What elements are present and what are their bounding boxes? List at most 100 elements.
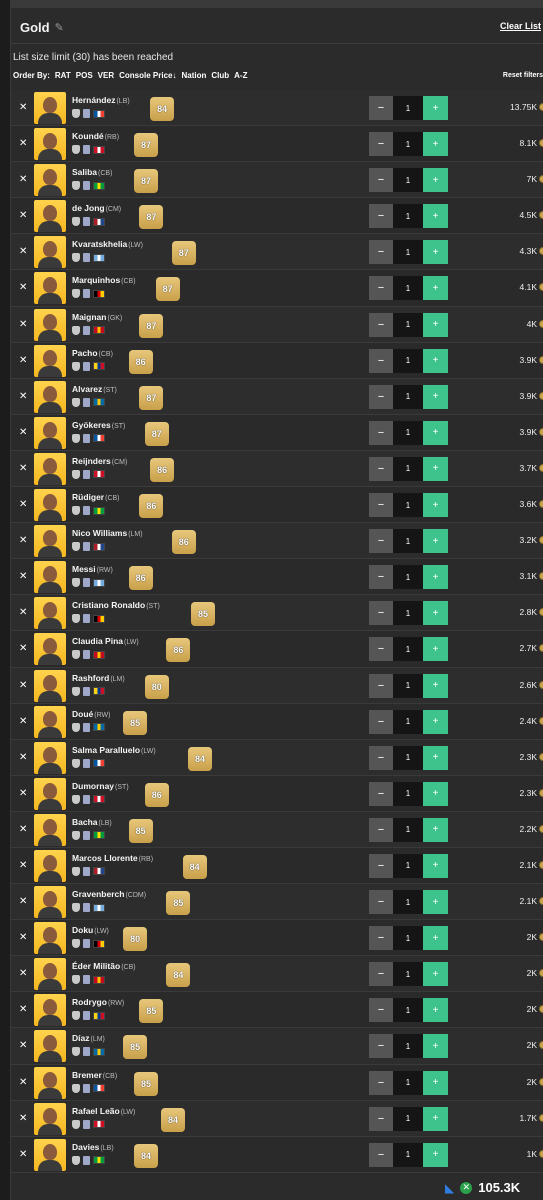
remove-icon[interactable]: ✕ [19, 391, 27, 402]
decrement-button[interactable]: − [369, 493, 393, 518]
increment-button[interactable]: + [423, 601, 448, 626]
remove-icon[interactable]: ✕ [19, 463, 27, 474]
decrement-button[interactable]: − [369, 890, 393, 915]
quantity-value[interactable]: 1 [393, 781, 423, 806]
quantity-value[interactable]: 1 [393, 890, 423, 915]
quantity-value[interactable]: 1 [393, 132, 423, 157]
remove-icon[interactable]: ✕ [19, 535, 27, 546]
remove-icon[interactable]: ✕ [19, 896, 27, 907]
increment-button[interactable]: + [423, 709, 448, 734]
remove-icon[interactable]: ✕ [19, 680, 27, 691]
quantity-value[interactable]: 1 [393, 384, 423, 409]
remove-icon[interactable]: ✕ [19, 1004, 27, 1015]
quantity-value[interactable]: 1 [393, 565, 423, 590]
decrement-button[interactable]: − [369, 312, 393, 337]
remove-icon[interactable]: ✕ [19, 716, 27, 727]
increment-button[interactable]: + [423, 384, 448, 409]
quantity-value[interactable]: 1 [393, 998, 423, 1023]
remove-icon[interactable]: ✕ [19, 102, 27, 113]
remove-icon[interactable]: ✕ [19, 788, 27, 799]
remove-icon[interactable]: ✕ [19, 932, 27, 943]
remove-icon[interactable]: ✕ [19, 1077, 27, 1088]
increment-button[interactable]: + [423, 168, 448, 193]
decrement-button[interactable]: − [369, 132, 393, 157]
remove-icon[interactable]: ✕ [19, 210, 27, 221]
decrement-button[interactable]: − [369, 926, 393, 951]
quantity-value[interactable]: 1 [393, 745, 423, 770]
order-club[interactable]: Club [211, 71, 229, 80]
increment-button[interactable]: + [423, 565, 448, 590]
order-rat[interactable]: RAT [55, 71, 71, 80]
remove-icon[interactable]: ✕ [19, 355, 27, 366]
remove-icon[interactable]: ✕ [19, 571, 27, 582]
decrement-button[interactable]: − [369, 853, 393, 878]
increment-button[interactable]: + [423, 312, 448, 337]
increment-button[interactable]: + [423, 529, 448, 554]
remove-icon[interactable]: ✕ [19, 319, 27, 330]
decrement-button[interactable]: − [369, 1070, 393, 1095]
decrement-button[interactable]: − [369, 96, 393, 120]
quantity-value[interactable]: 1 [393, 529, 423, 554]
quantity-value[interactable]: 1 [393, 637, 423, 662]
quantity-value[interactable]: 1 [393, 240, 423, 265]
quantity-value[interactable]: 1 [393, 853, 423, 878]
increment-button[interactable]: + [423, 132, 448, 157]
remove-icon[interactable]: ✕ [19, 1149, 27, 1160]
quantity-value[interactable]: 1 [393, 168, 423, 193]
order-az[interactable]: A-Z [234, 71, 247, 80]
quantity-value[interactable]: 1 [393, 348, 423, 373]
quantity-value[interactable]: 1 [393, 601, 423, 626]
decrement-button[interactable]: − [369, 204, 393, 229]
increment-button[interactable]: + [423, 781, 448, 806]
remove-icon[interactable]: ✕ [19, 174, 27, 185]
increment-button[interactable]: + [423, 962, 448, 987]
decrement-button[interactable]: − [369, 1034, 393, 1059]
increment-button[interactable]: + [423, 926, 448, 951]
quantity-value[interactable]: 1 [393, 456, 423, 481]
quantity-value[interactable]: 1 [393, 926, 423, 951]
decrement-button[interactable]: − [369, 276, 393, 301]
remove-icon[interactable]: ✕ [19, 1040, 27, 1051]
decrement-button[interactable]: − [369, 962, 393, 987]
increment-button[interactable]: + [423, 673, 448, 698]
quantity-value[interactable]: 1 [393, 276, 423, 301]
increment-button[interactable]: + [423, 276, 448, 301]
reset-filters-link[interactable]: Reset filters [503, 72, 543, 79]
remove-icon[interactable]: ✕ [19, 138, 27, 149]
decrement-button[interactable]: − [369, 1106, 393, 1131]
quantity-value[interactable]: 1 [393, 1034, 423, 1059]
decrement-button[interactable]: − [369, 420, 393, 445]
remove-icon[interactable]: ✕ [19, 824, 27, 835]
decrement-button[interactable]: − [369, 384, 393, 409]
decrement-button[interactable]: − [369, 456, 393, 481]
increment-button[interactable]: + [423, 745, 448, 770]
remove-icon[interactable]: ✕ [19, 499, 27, 510]
quantity-value[interactable]: 1 [393, 817, 423, 842]
increment-button[interactable]: + [423, 348, 448, 373]
increment-button[interactable]: + [423, 204, 448, 229]
decrement-button[interactable]: − [369, 601, 393, 626]
decrement-button[interactable]: − [369, 637, 393, 662]
increment-button[interactable]: + [423, 1142, 448, 1167]
decrement-button[interactable]: − [369, 781, 393, 806]
decrement-button[interactable]: − [369, 240, 393, 265]
quantity-value[interactable]: 1 [393, 493, 423, 518]
quantity-value[interactable]: 1 [393, 962, 423, 987]
remove-icon[interactable]: ✕ [19, 968, 27, 979]
remove-icon[interactable]: ✕ [19, 282, 27, 293]
increment-button[interactable]: + [423, 637, 448, 662]
remove-icon[interactable]: ✕ [19, 427, 27, 438]
increment-button[interactable]: + [423, 998, 448, 1023]
remove-icon[interactable]: ✕ [19, 860, 27, 871]
increment-button[interactable]: + [423, 1106, 448, 1131]
remove-icon[interactable]: ✕ [19, 246, 27, 257]
decrement-button[interactable]: − [369, 998, 393, 1023]
quantity-value[interactable]: 1 [393, 709, 423, 734]
quantity-value[interactable]: 1 [393, 420, 423, 445]
increment-button[interactable]: + [423, 96, 448, 120]
increment-button[interactable]: + [423, 1070, 448, 1095]
decrement-button[interactable]: − [369, 168, 393, 193]
decrement-button[interactable]: − [369, 1142, 393, 1167]
quantity-value[interactable]: 1 [393, 1106, 423, 1131]
decrement-button[interactable]: − [369, 745, 393, 770]
